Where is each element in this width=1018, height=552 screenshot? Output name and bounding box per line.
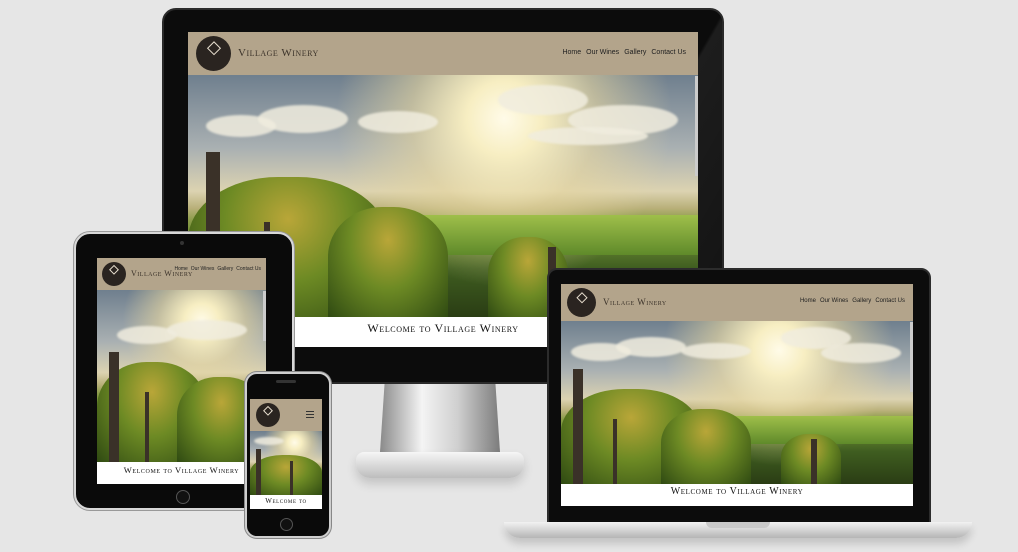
main-nav: Home Our Wines Gallery Contact Us <box>174 266 261 272</box>
welcome-heading: Welcome to <box>250 495 322 509</box>
nav-contact-us[interactable]: Contact Us <box>875 298 905 304</box>
welcome-heading: Welcome to Village Winery <box>561 484 913 506</box>
winery-logo[interactable] <box>102 262 126 286</box>
laptop-notch <box>706 522 770 528</box>
site-header <box>250 399 322 431</box>
monitor-stand-neck <box>380 380 500 452</box>
scrollbar[interactable] <box>263 291 266 341</box>
scrollbar[interactable] <box>910 322 913 392</box>
hero-vineyard-image <box>250 431 322 495</box>
nav-contact-us[interactable]: Contact Us <box>236 266 261 272</box>
nav-our-wines[interactable]: Our Wines <box>820 298 848 304</box>
hero-vineyard-image <box>97 290 266 462</box>
hamburger-menu-icon[interactable] <box>306 411 314 418</box>
main-nav: Home Our Wines Gallery Contact Us <box>800 298 905 304</box>
laptop-site: Village Winery Home Our Wines Gallery Co… <box>561 284 913 506</box>
brand-name: Village Winery <box>238 47 319 59</box>
nav-home[interactable]: Home <box>800 298 816 304</box>
hero-vineyard-image <box>561 321 913 484</box>
site-header: Village Winery Home Our Wines Gallery Co… <box>561 284 913 321</box>
phone-speaker <box>276 380 296 383</box>
monitor-stand-base <box>356 452 524 478</box>
site-header: Village Winery Home Our Wines Gallery Co… <box>188 32 698 75</box>
nav-gallery[interactable]: Gallery <box>624 49 646 56</box>
winery-logo[interactable] <box>256 403 280 427</box>
tablet-camera <box>180 241 184 245</box>
nav-contact-us[interactable]: Contact Us <box>651 49 686 56</box>
tablet-home-button[interactable] <box>176 490 190 504</box>
nav-home[interactable]: Home <box>562 49 581 56</box>
phone-site: Welcome to <box>250 399 322 509</box>
winery-logo[interactable] <box>567 288 596 317</box>
main-nav: Home Our Wines Gallery Contact Us <box>562 49 686 56</box>
brand-name: Village Winery <box>603 297 667 307</box>
nav-our-wines[interactable]: Our Wines <box>191 266 215 272</box>
tablet-site: Village Winery Home Our Wines Gallery Co… <box>97 258 266 484</box>
welcome-heading: Welcome to Village Winery <box>97 462 266 484</box>
scrollbar[interactable] <box>695 76 698 176</box>
nav-our-wines[interactable]: Our Wines <box>586 49 619 56</box>
site-header: Village Winery Home Our Wines Gallery Co… <box>97 258 266 290</box>
nav-gallery[interactable]: Gallery <box>217 266 233 272</box>
nav-home[interactable]: Home <box>174 266 187 272</box>
winery-logo[interactable] <box>196 36 231 71</box>
phone-home-button[interactable] <box>280 518 293 531</box>
nav-gallery[interactable]: Gallery <box>852 298 871 304</box>
